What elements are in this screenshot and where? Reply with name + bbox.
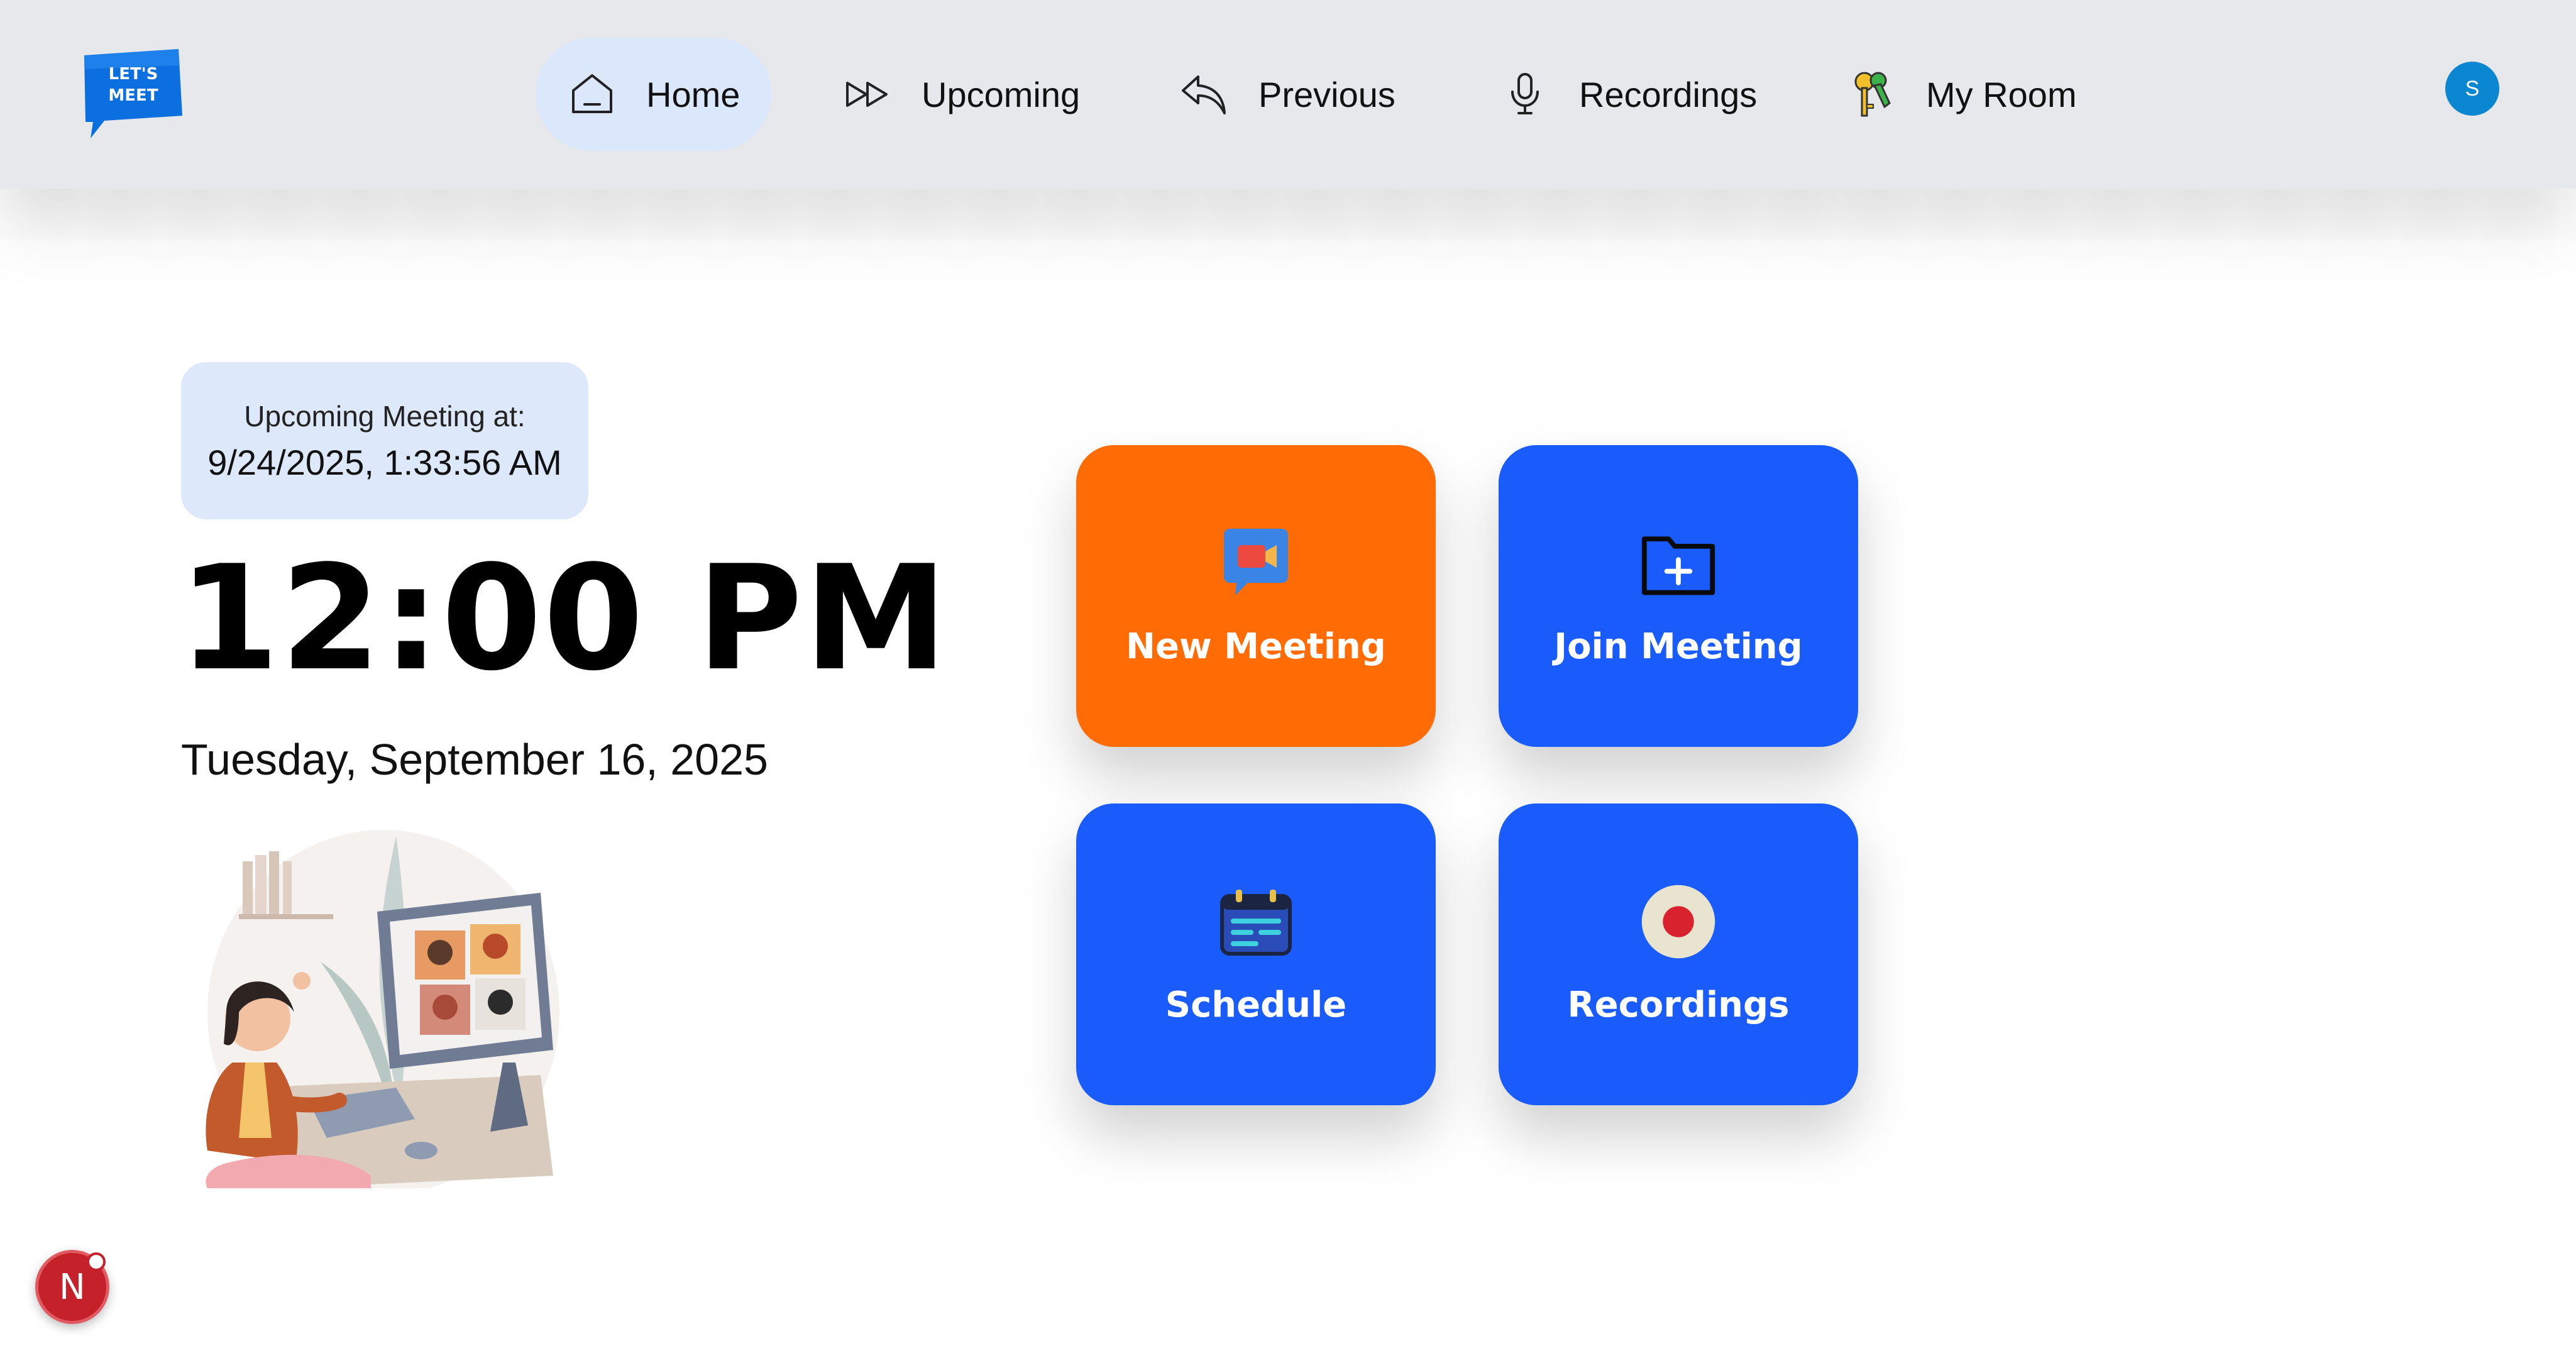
- schedule-label: Schedule: [1165, 984, 1347, 1025]
- join-meeting-card[interactable]: Join Meeting: [1499, 445, 1858, 747]
- upcoming-meeting-label: Upcoming Meeting at:: [244, 399, 526, 433]
- upcoming-meeting-time: 9/24/2025, 1:33:56 AM: [207, 442, 562, 482]
- join-meeting-label: Join Meeting: [1554, 626, 1803, 667]
- new-meeting-card[interactable]: New Meeting: [1076, 445, 1436, 747]
- recordings-label: Recordings: [1567, 984, 1790, 1025]
- calendar-icon: [1218, 884, 1294, 959]
- video-chat-icon: [1218, 526, 1294, 601]
- nav-label-home: Home: [646, 74, 740, 114]
- schedule-card[interactable]: Schedule: [1076, 803, 1436, 1105]
- logo-text-line1: LET'S: [109, 65, 158, 84]
- upcoming-meeting-card: Upcoming Meeting at: 9/24/2025, 1:33:56 …: [181, 362, 588, 519]
- microphone-icon: [1500, 69, 1550, 119]
- keys-icon: [1847, 69, 1897, 119]
- new-meeting-label: New Meeting: [1126, 626, 1386, 667]
- user-avatar[interactable]: S: [2445, 62, 2499, 116]
- nav-item-recordings[interactable]: Recordings: [1468, 38, 1788, 151]
- nav-item-upcoming[interactable]: Upcoming: [811, 38, 1111, 151]
- current-time: 12:00 PM: [179, 535, 949, 703]
- nav-label-previous: Previous: [1258, 74, 1395, 114]
- lets-meet-logo[interactable]: LET'S MEET: [79, 47, 186, 141]
- recordings-card[interactable]: Recordings: [1499, 803, 1858, 1105]
- fast-forward-icon: [842, 69, 893, 119]
- nav-item-my-room[interactable]: My Room: [1815, 38, 2108, 151]
- nav-item-home[interactable]: Home: [536, 38, 772, 151]
- nav-label-recordings: Recordings: [1579, 74, 1758, 114]
- current-date: Tuesday, September 16, 2025: [181, 735, 768, 784]
- folder-plus-icon: [1641, 526, 1716, 601]
- nav-label-upcoming: Upcoming: [922, 74, 1081, 114]
- undo-arrow-icon: [1179, 69, 1230, 119]
- nav-item-previous[interactable]: Previous: [1148, 38, 1427, 151]
- notification-dot: [87, 1252, 106, 1271]
- logo-text-line2: MEET: [108, 86, 158, 105]
- video-call-illustration: [189, 824, 566, 1195]
- top-navbar: LET'S MEET Home Upcoming Previous Record…: [0, 0, 2576, 189]
- nav-label-my-room: My Room: [1926, 74, 2077, 114]
- home-icon: [567, 69, 617, 119]
- record-icon: [1641, 884, 1716, 959]
